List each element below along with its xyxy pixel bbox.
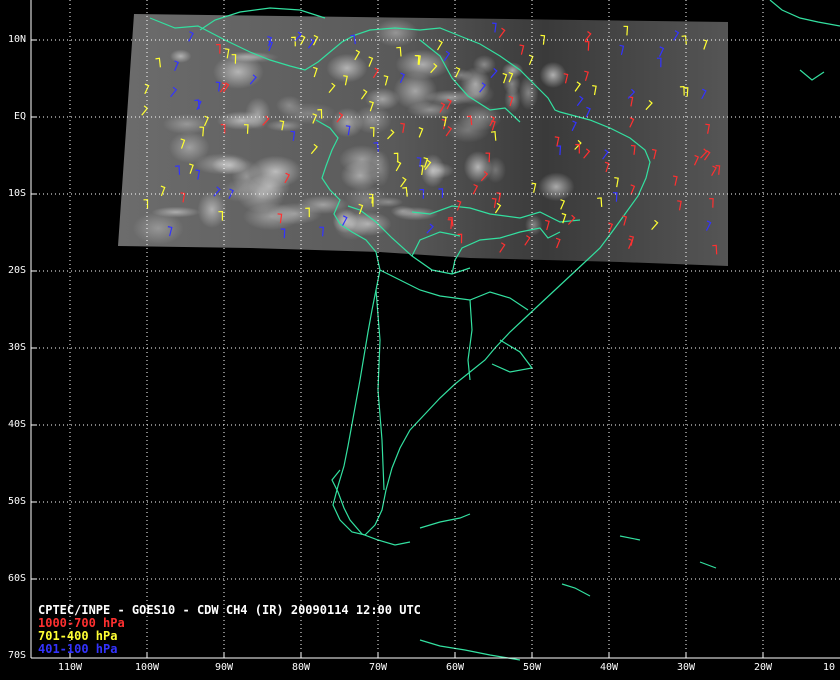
lon-label: 20W: [753, 662, 773, 673]
lon-label: 80W: [291, 662, 311, 673]
cloud-patch: [525, 214, 543, 236]
cloud-patch: [237, 176, 285, 213]
cloud-patch: [537, 172, 575, 202]
lat-label: 70S: [7, 650, 26, 661]
lat-label: 10S: [7, 188, 26, 199]
cloud-patch: [539, 61, 567, 89]
cloud-patch: [420, 154, 446, 188]
legend: CPTEC/INPE - GOES10 - CDW CH4 (IR) 20090…: [38, 604, 421, 656]
lat-label: 40S: [7, 419, 26, 430]
cloud-patch: [194, 153, 252, 175]
cloud-patch: [331, 107, 364, 138]
lon-label: 110W: [57, 662, 83, 673]
lon-label: 70W: [368, 662, 388, 673]
cloud-patch: [390, 205, 415, 217]
lat-label: 10N: [7, 34, 26, 45]
lon-label: 100W: [134, 662, 160, 673]
cloud-patch: [197, 191, 227, 229]
cloud-patch: [463, 151, 493, 184]
lon-label: 40W: [599, 662, 619, 673]
lat-label: 30S: [7, 342, 26, 353]
lon-label: 30W: [676, 662, 696, 673]
lon-label: 10: [822, 662, 836, 673]
cloud-patch: [275, 95, 303, 115]
satellite-map: [30, 0, 840, 661]
map-stage: 10N EQ 10S 20S 30S 40S 50S 60S 70S 110W …: [0, 0, 840, 680]
cloud-patch: [170, 49, 192, 63]
lon-label: 50W: [522, 662, 542, 673]
legend-high-level: 401-100 hPa: [38, 642, 118, 656]
lat-label: 50S: [7, 496, 26, 507]
cloud-patch: [364, 88, 400, 111]
lon-label: 60W: [445, 662, 465, 673]
lat-label: 20S: [7, 265, 26, 276]
cloud-patch: [373, 196, 404, 208]
cloud-patch: [340, 160, 380, 191]
lat-label: EQ: [13, 111, 26, 122]
lon-label: 90W: [214, 662, 234, 673]
cloud-patch: [518, 75, 539, 111]
cloud-patch: [132, 212, 184, 245]
cloud-patch: [265, 119, 304, 132]
cloud-patch: [373, 18, 419, 47]
lat-label: 60S: [7, 573, 26, 584]
cloud-patch: [406, 101, 454, 119]
